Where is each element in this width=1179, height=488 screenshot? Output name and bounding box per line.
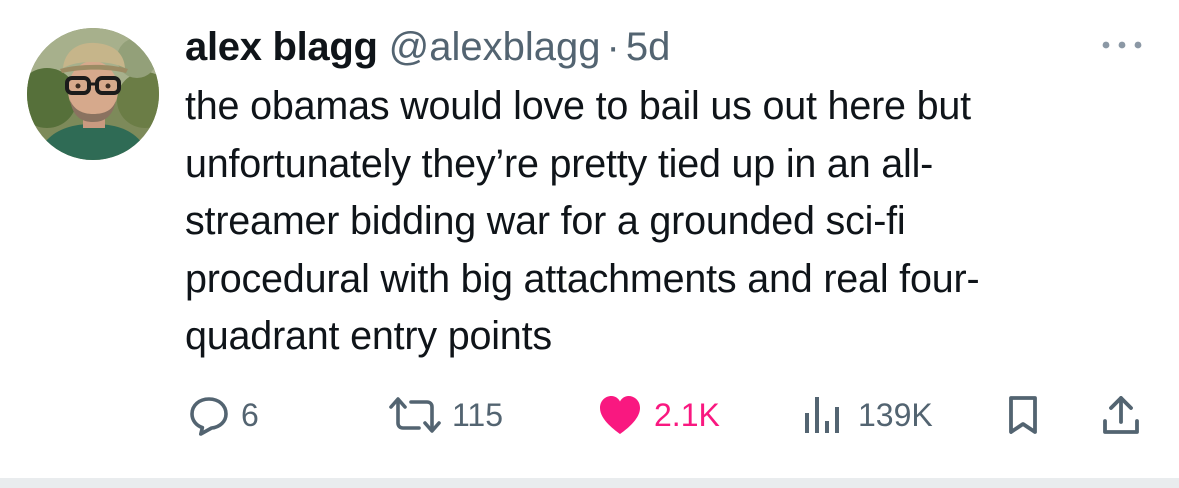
- views-chart-icon: [805, 397, 839, 433]
- retweet-icon: [389, 397, 441, 433]
- bookmark-icon: [1009, 396, 1037, 434]
- views-button[interactable]: 139K: [800, 388, 933, 442]
- tweet-text-line: unfortunately they’re pretty tied up in …: [185, 141, 934, 186]
- reply-button[interactable]: 6: [187, 388, 259, 442]
- bookmark-button[interactable]: [1003, 388, 1043, 442]
- views-count: 139K: [858, 396, 933, 433]
- author-display-name[interactable]: alex blagg: [185, 22, 378, 72]
- more-options-button[interactable]: [1098, 34, 1146, 56]
- share-icon: [1103, 396, 1139, 434]
- tweet-actions: 6 115 2.1K 139K: [0, 388, 1179, 442]
- reply-count: 6: [241, 396, 259, 433]
- tweet-text-line: quadrant entry points: [185, 314, 552, 358]
- divider: [0, 478, 1179, 488]
- heart-icon: [600, 396, 640, 434]
- like-count: 2.1K: [654, 396, 720, 433]
- separator-dot: ·: [606, 25, 620, 69]
- tweet-header: alex blagg @alexblagg · 5d: [185, 22, 670, 72]
- retweet-button[interactable]: 115: [384, 388, 503, 442]
- tweet-text-line: streamer bidding war for a grounded sci-…: [185, 199, 906, 243]
- retweet-count: 115: [452, 396, 504, 433]
- tweet-text: the obamas would love to bail us out her…: [185, 78, 1145, 366]
- reply-icon: [190, 397, 228, 436]
- more-horizontal-icon: [1102, 41, 1142, 49]
- tweet-text-line: the obamas would love to bail us out her…: [185, 84, 971, 128]
- author-handle[interactable]: @alexblagg: [389, 22, 601, 72]
- timestamp[interactable]: 5d: [626, 22, 671, 72]
- avatar[interactable]: [27, 28, 159, 160]
- avatar-photo: [27, 28, 159, 160]
- like-button[interactable]: 2.1K: [596, 388, 720, 442]
- tweet-text-line: procedural with big attachments and real…: [185, 256, 980, 301]
- share-button[interactable]: [1099, 388, 1143, 442]
